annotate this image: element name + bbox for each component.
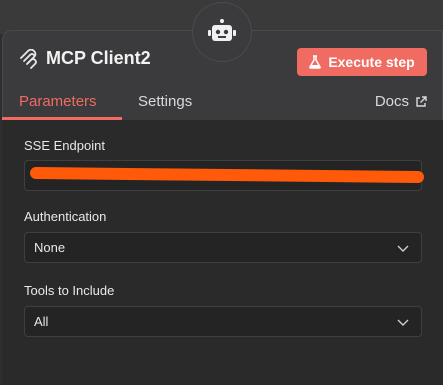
sse-endpoint-label: SSE Endpoint <box>24 138 105 153</box>
chevron-down-icon <box>397 319 409 326</box>
node-type-badge <box>192 2 252 62</box>
tab-parameters[interactable]: Parameters <box>19 93 97 110</box>
authentication-label: Authentication <box>24 209 107 224</box>
external-link-icon <box>416 95 427 107</box>
mcp-icon <box>20 48 37 69</box>
authentication-select[interactable]: None <box>24 232 422 263</box>
authentication-value: None <box>34 240 66 255</box>
docs-link[interactable]: Docs <box>375 93 427 110</box>
node-header: MCP Client2 <box>18 48 151 69</box>
chevron-down-icon <box>397 245 409 252</box>
flask-icon <box>309 55 322 69</box>
tools-label: Tools to Include <box>24 283 115 298</box>
execute-step-button[interactable]: Execute step <box>297 48 427 76</box>
tab-settings[interactable]: Settings <box>138 93 192 110</box>
robot-icon <box>208 19 236 41</box>
node-title[interactable]: MCP Client2 <box>46 48 151 69</box>
docs-label: Docs <box>374 93 409 110</box>
tools-value: All <box>34 314 49 329</box>
execute-step-label: Execute step <box>328 54 415 70</box>
tools-select[interactable]: All <box>24 306 422 337</box>
